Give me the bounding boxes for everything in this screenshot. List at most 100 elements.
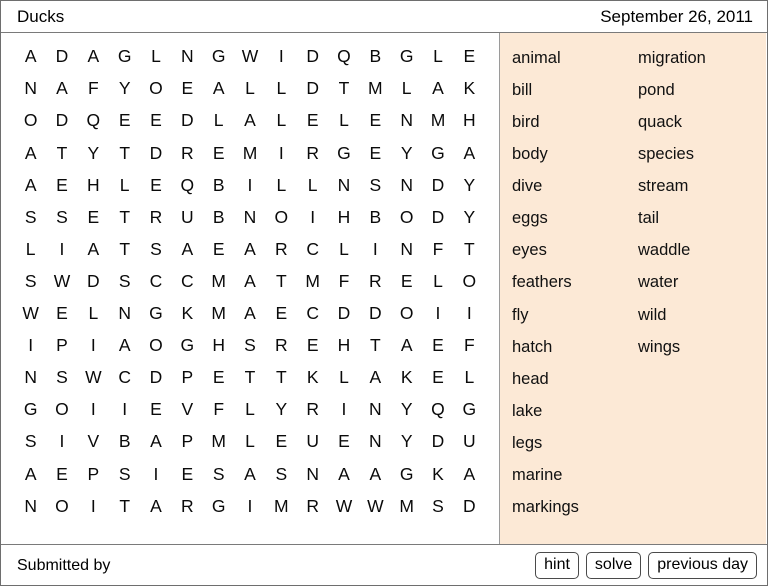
grid-cell[interactable]: E [391,266,422,298]
grid-cell[interactable]: I [234,169,265,201]
grid-cell[interactable]: L [328,234,359,266]
grid-cell[interactable]: Q [78,105,109,137]
grid-cell[interactable]: S [140,234,171,266]
word-list-item[interactable]: head [512,363,635,395]
grid-cell[interactable]: D [360,298,391,330]
grid-cell[interactable]: W [78,362,109,394]
grid-cell[interactable]: L [328,105,359,137]
grid-cell[interactable]: G [454,394,485,426]
grid-cell[interactable]: O [391,298,422,330]
grid-cell[interactable]: A [234,298,265,330]
word-list-item[interactable]: bill [512,74,635,106]
grid-cell[interactable]: S [46,362,77,394]
grid-cell[interactable]: M [234,137,265,169]
grid-cell[interactable]: S [360,169,391,201]
grid-cell[interactable]: Q [328,41,359,73]
grid-cell[interactable]: T [360,330,391,362]
grid-cell[interactable]: L [266,105,297,137]
word-list-item[interactable]: legs [512,427,635,459]
grid-cell[interactable]: Q [172,169,203,201]
grid-cell[interactable]: F [203,394,234,426]
word-list-item[interactable]: waddle [638,235,766,267]
grid-cell[interactable]: A [15,41,46,73]
grid-cell[interactable]: Y [454,201,485,233]
grid-cell[interactable]: P [172,426,203,458]
grid-cell[interactable]: A [140,426,171,458]
grid-cell[interactable]: E [203,362,234,394]
grid-cell[interactable]: F [328,266,359,298]
grid-cell[interactable]: A [454,137,485,169]
grid-cell[interactable]: S [15,266,46,298]
grid-cell[interactable]: W [328,490,359,522]
grid-cell[interactable]: D [328,298,359,330]
grid-cell[interactable]: G [422,137,453,169]
grid-cell[interactable]: L [266,169,297,201]
grid-cell[interactable]: E [203,137,234,169]
grid-cell[interactable]: E [422,362,453,394]
grid-cell[interactable]: T [266,266,297,298]
grid-cell[interactable]: S [203,458,234,490]
grid-cell[interactable]: D [297,41,328,73]
grid-cell[interactable]: N [297,458,328,490]
grid-cell[interactable]: E [266,298,297,330]
grid-cell[interactable]: L [140,41,171,73]
grid-cell[interactable]: O [140,73,171,105]
grid-cell[interactable]: S [422,490,453,522]
grid-cell[interactable]: B [360,41,391,73]
grid-cell[interactable]: V [78,426,109,458]
word-list-item[interactable]: migration [638,42,766,74]
grid-cell[interactable]: S [46,201,77,233]
grid-cell[interactable]: D [454,490,485,522]
grid-cell[interactable]: N [391,234,422,266]
grid-cell[interactable]: K [297,362,328,394]
grid-cell[interactable]: I [109,394,140,426]
grid-cell[interactable]: R [266,330,297,362]
grid-cell[interactable]: E [360,105,391,137]
grid-cell[interactable]: G [391,458,422,490]
grid-cell[interactable]: S [109,458,140,490]
grid-cell[interactable]: A [360,362,391,394]
grid-cell[interactable]: S [266,458,297,490]
grid-cell[interactable]: N [360,426,391,458]
grid-cell[interactable]: I [422,298,453,330]
grid-cell[interactable]: Y [454,169,485,201]
grid-cell[interactable]: O [391,201,422,233]
grid-cell[interactable]: H [328,201,359,233]
grid-cell[interactable]: O [140,330,171,362]
word-list-item[interactable]: body [512,138,635,170]
grid-cell[interactable]: T [109,490,140,522]
word-list-item[interactable]: feathers [512,267,635,299]
grid-cell[interactable]: L [234,394,265,426]
grid-cell[interactable]: N [172,41,203,73]
grid-cell[interactable]: A [78,41,109,73]
grid-cell[interactable]: A [234,105,265,137]
grid-cell[interactable]: A [172,234,203,266]
grid-cell[interactable]: Y [78,137,109,169]
grid-cell[interactable]: I [328,394,359,426]
word-list-item[interactable]: dive [512,170,635,202]
grid-cell[interactable]: E [328,426,359,458]
grid-cell[interactable]: F [422,234,453,266]
grid-cell[interactable]: N [234,201,265,233]
grid-cell[interactable]: A [454,458,485,490]
grid-cell[interactable]: K [172,298,203,330]
grid-cell[interactable]: T [234,362,265,394]
grid-cell[interactable]: A [422,73,453,105]
grid-cell[interactable]: B [109,426,140,458]
grid-cell[interactable]: D [78,266,109,298]
grid-cell[interactable]: B [203,169,234,201]
grid-cell[interactable]: E [266,426,297,458]
grid-cell[interactable]: E [297,105,328,137]
word-list-item[interactable]: bird [512,106,635,138]
grid-cell[interactable]: N [15,490,46,522]
grid-cell[interactable]: G [109,41,140,73]
word-list-item[interactable]: stream [638,170,766,202]
grid-cell[interactable]: T [328,73,359,105]
grid-cell[interactable]: Q [422,394,453,426]
word-list-item[interactable]: wings [638,331,766,363]
grid-cell[interactable]: F [454,330,485,362]
grid-cell[interactable]: E [78,201,109,233]
grid-cell[interactable]: U [454,426,485,458]
grid-cell[interactable]: A [360,458,391,490]
grid-cell[interactable]: N [391,105,422,137]
